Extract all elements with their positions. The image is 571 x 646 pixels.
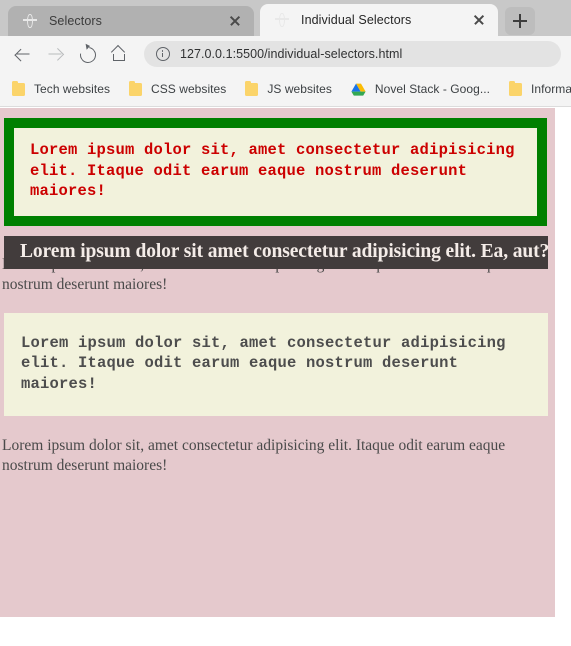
green-box-text: Lorem ipsum dolor sit, amet consectetur … xyxy=(30,141,515,200)
reload-icon xyxy=(76,43,100,67)
folder-icon xyxy=(509,80,523,96)
tab-title: Selectors xyxy=(49,14,103,28)
bottom-paragraph: Lorem ipsum dolor sit, amet consectetur … xyxy=(2,437,506,474)
globe-icon xyxy=(22,13,38,29)
browser-tab-individual-selectors[interactable]: Individual Selectors xyxy=(260,4,498,36)
bookmark-label: Novel Stack - Goog... xyxy=(374,82,491,96)
bookmark-label: JS websites xyxy=(267,82,332,96)
forward-button[interactable] xyxy=(42,41,68,67)
arrow-right-icon xyxy=(48,48,62,61)
reload-button[interactable] xyxy=(74,41,100,67)
folder-icon xyxy=(129,80,143,96)
browser-window: Selectors Individual Selectors 127.0.0.1… xyxy=(0,0,571,646)
folder-icon xyxy=(245,80,259,96)
arrow-left-icon xyxy=(16,48,30,61)
new-tab-button[interactable] xyxy=(505,7,535,35)
globe-icon xyxy=(274,12,290,28)
page-heading: Lorem ipsum dolor sit amet consectetur a… xyxy=(4,235,550,269)
tab-title: Individual Selectors xyxy=(301,13,412,27)
tab-strip: Selectors Individual Selectors xyxy=(0,0,571,36)
close-icon[interactable] xyxy=(226,12,244,30)
google-drive-icon xyxy=(351,83,366,96)
bookmark-label: Tech websites xyxy=(34,82,111,96)
bookmark-label: Informative xyxy=(531,82,571,96)
page-viewport: Lorem ipsum dolor sit, amet consectetur … xyxy=(0,108,555,617)
home-icon xyxy=(112,47,127,61)
back-button[interactable] xyxy=(10,41,36,67)
close-icon[interactable] xyxy=(470,11,488,29)
heading-overlap-region: Lorem ipsum dolor sit, amet consectetur … xyxy=(0,235,555,308)
url-text: 127.0.0.1:5500/individual-selectors.html xyxy=(180,47,403,61)
site-info-icon[interactable] xyxy=(156,47,170,61)
page-heading-text: Lorem ipsum dolor sit amet consectetur a… xyxy=(20,241,550,262)
bookmarks-bar: Tech websites CSS websites JS websites N… xyxy=(0,72,571,107)
address-bar[interactable]: 127.0.0.1:5500/individual-selectors.html xyxy=(144,41,561,67)
bookmark-informative[interactable]: Informative xyxy=(509,80,571,96)
cream-box-text: Lorem ipsum dolor sit, amet consectetur … xyxy=(21,333,506,393)
green-bordered-box: Lorem ipsum dolor sit, amet consectetur … xyxy=(4,118,547,226)
bookmark-css-websites[interactable]: CSS websites xyxy=(129,80,227,96)
bookmark-label: CSS websites xyxy=(151,82,227,96)
bookmark-novel-stack[interactable]: Novel Stack - Goog... xyxy=(351,82,490,96)
cream-box: Lorem ipsum dolor sit, amet consectetur … xyxy=(4,312,548,416)
bookmark-tech-websites[interactable]: Tech websites xyxy=(12,80,111,96)
home-button[interactable] xyxy=(106,41,132,67)
browser-tab-selectors[interactable]: Selectors xyxy=(8,6,254,36)
folder-icon xyxy=(12,80,25,96)
navigation-bar: 127.0.0.1:5500/individual-selectors.html xyxy=(0,36,571,72)
bookmark-js-websites[interactable]: JS websites xyxy=(245,80,332,96)
